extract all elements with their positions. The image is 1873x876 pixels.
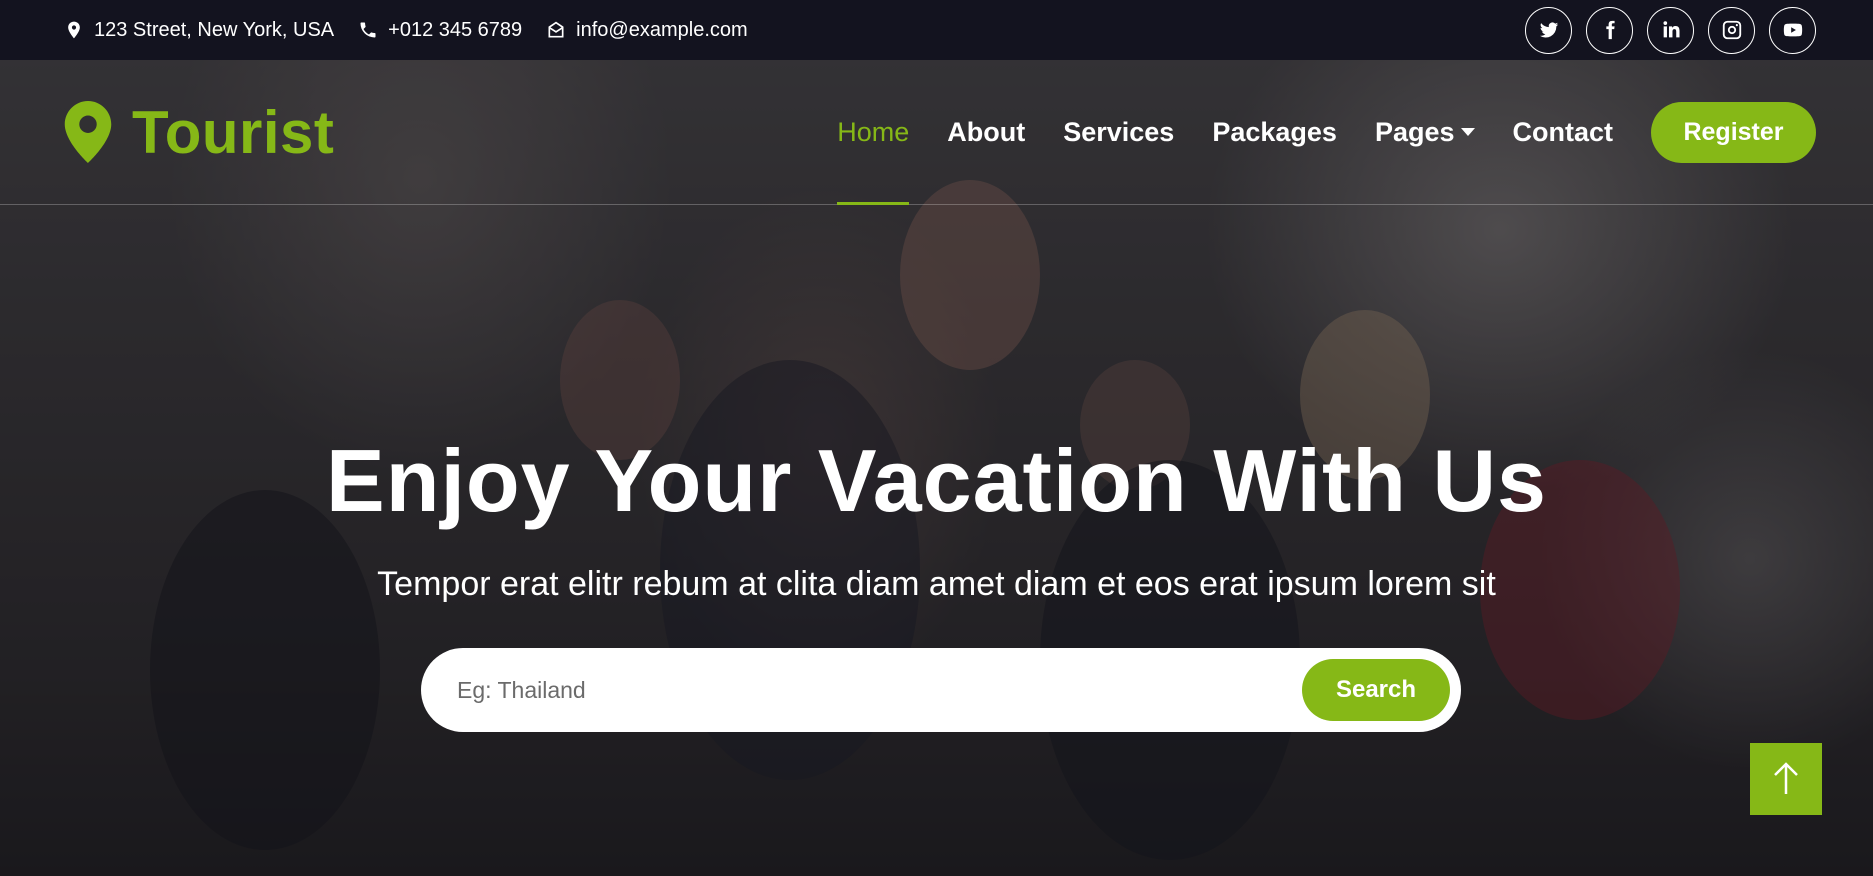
- facebook-link[interactable]: [1586, 6, 1633, 54]
- phone-item: +012 345 6789: [358, 19, 522, 42]
- brand-name: Tourist: [132, 98, 335, 166]
- hero-title: Enjoy Your Vacation With Us: [326, 431, 1547, 530]
- envelope-open-icon: [548, 21, 564, 38]
- map-marker-icon: [64, 101, 112, 163]
- nav-item-packages[interactable]: Packages: [1212, 60, 1337, 204]
- nav-item-home[interactable]: Home: [837, 60, 910, 205]
- email-text: info@example.com: [576, 18, 748, 41]
- address-text: 123 Street, New York, USA: [94, 18, 335, 41]
- twitter-icon: [1539, 22, 1558, 38]
- search-input[interactable]: [457, 676, 1302, 704]
- nav-item-contact[interactable]: Contact: [1513, 60, 1614, 204]
- instagram-icon: [1722, 20, 1741, 40]
- youtube-icon: [1783, 23, 1802, 37]
- email-item: info@example.com: [546, 18, 748, 42]
- nav-menu: Home About Services Packages Pages Conta…: [837, 60, 1816, 205]
- facebook-icon: [1605, 20, 1615, 40]
- contact-info: 123 Street, New York, USA +012 345 6789 …: [64, 19, 748, 42]
- nav-item-services[interactable]: Services: [1063, 60, 1174, 204]
- top-bar: 123 Street, New York, USA +012 345 6789 …: [0, 0, 1873, 60]
- search-box: Search: [421, 648, 1461, 732]
- youtube-link[interactable]: [1769, 6, 1816, 54]
- arrow-up-icon: [1774, 762, 1798, 794]
- main-navbar: Tourist Home About Services Packages Pag…: [0, 60, 1873, 205]
- twitter-link[interactable]: [1525, 6, 1572, 54]
- nav-item-about[interactable]: About: [947, 60, 1025, 204]
- linkedin-icon: [1662, 21, 1680, 38]
- phone-icon: [360, 22, 376, 38]
- search-button[interactable]: Search: [1302, 659, 1450, 721]
- nav-item-pages[interactable]: Pages: [1375, 60, 1475, 204]
- address-item: 123 Street, New York, USA: [64, 19, 334, 42]
- back-to-top-button[interactable]: [1750, 743, 1822, 815]
- phone-text: +012 345 6789: [388, 18, 523, 41]
- brand-logo[interactable]: Tourist: [64, 98, 334, 167]
- map-marker-icon: [68, 21, 80, 39]
- instagram-link[interactable]: [1708, 6, 1755, 54]
- linkedin-link[interactable]: [1647, 6, 1694, 54]
- hero-subtitle: Tempor erat elitr rebum at clita diam am…: [377, 565, 1496, 603]
- register-button[interactable]: Register: [1651, 101, 1816, 163]
- hero-section: Tourist Home About Services Packages Pag…: [0, 60, 1873, 876]
- nav-item-pages-label: Pages: [1374, 116, 1455, 147]
- social-links: [1525, 6, 1816, 54]
- caret-down-icon: [1460, 128, 1475, 136]
